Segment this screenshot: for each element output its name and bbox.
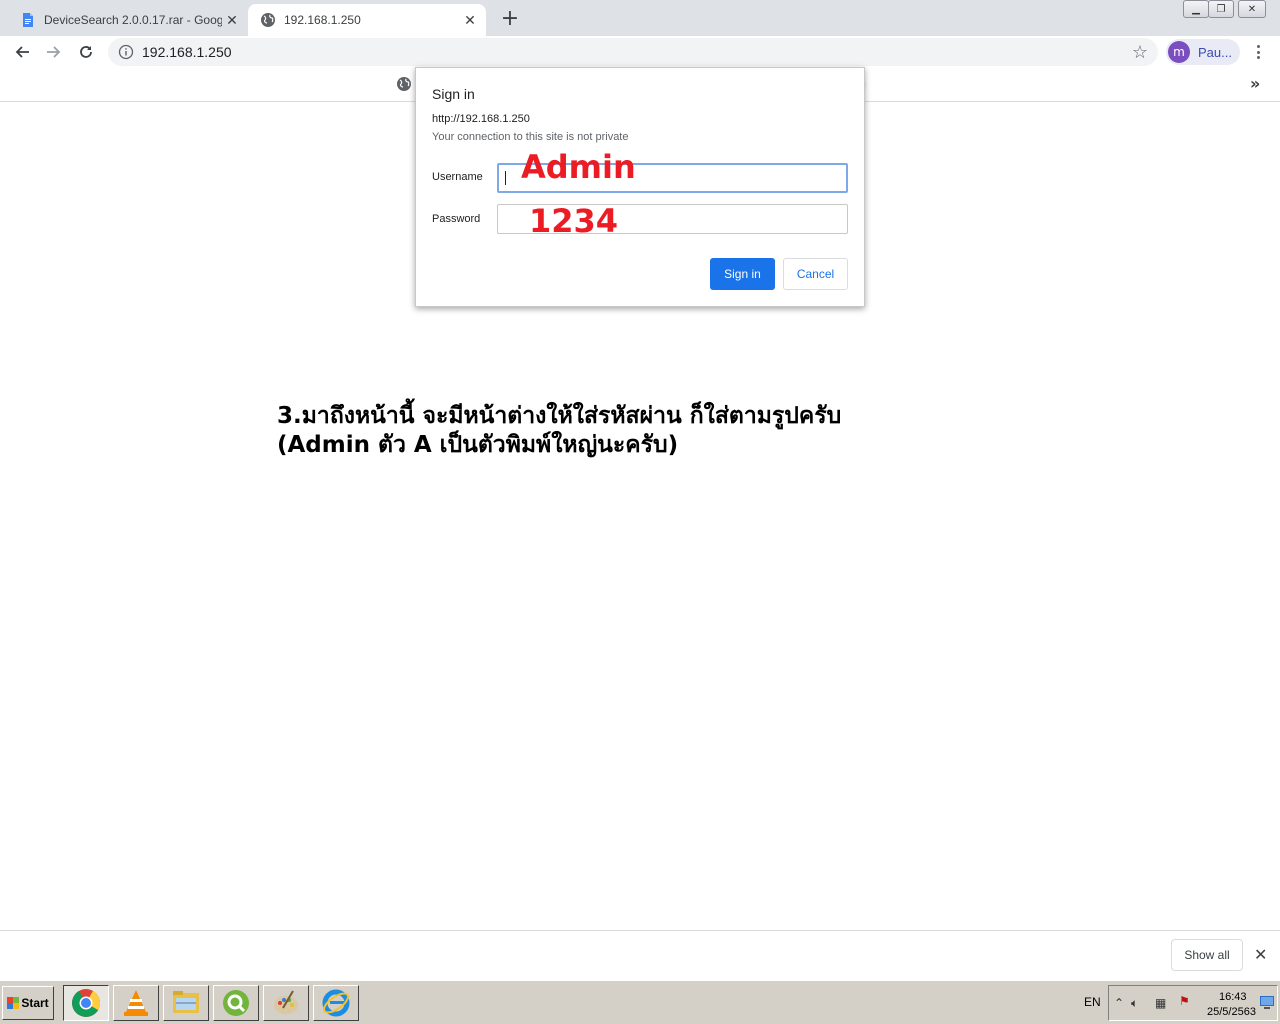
docs-file-icon (23, 13, 33, 27)
internet-explorer-icon (322, 989, 350, 1017)
taskbar-chrome[interactable] (63, 985, 109, 1021)
chrome-icon (72, 989, 100, 1017)
file-explorer-icon (173, 991, 199, 1013)
language-indicator[interactable]: EN (1084, 995, 1101, 1009)
close-window-button[interactable]: ✕ (1238, 0, 1266, 18)
volume-icon[interactable]: 🔈︎ (1131, 996, 1138, 1011)
bookmark-star-icon[interactable]: ☆ (1132, 42, 1148, 63)
start-label: Start (21, 996, 49, 1010)
text-caret (505, 171, 506, 185)
tab-strip: DeviceSearch 2.0.0.17.rar - Google ✕ 192… (0, 0, 1280, 36)
taskbar-vlc[interactable] (113, 985, 159, 1021)
password-label: Password (432, 213, 481, 225)
tab-title: DeviceSearch 2.0.0.17.rar - Google (44, 13, 222, 27)
username-label: Username (432, 171, 483, 183)
dialog-title: Sign in (432, 86, 475, 102)
reload-icon (80, 46, 92, 58)
taskbar-qbittorrent[interactable] (213, 985, 259, 1021)
tab-title: 192.168.1.250 (284, 13, 361, 27)
clock-date[interactable]: 25/5/2563 (1207, 1006, 1256, 1018)
back-arrow-icon (15, 46, 29, 58)
sign-in-button[interactable]: Sign in (710, 258, 775, 290)
close-tab-icon[interactable]: ✕ (222, 10, 242, 30)
close-tab-icon[interactable]: ✕ (460, 10, 480, 30)
address-bar[interactable]: 192.168.1.250 ☆ (108, 38, 1158, 66)
taskbar-paint[interactable] (263, 985, 309, 1021)
tab-192-168-1-250[interactable]: 192.168.1.250 ✕ (248, 4, 486, 36)
menu-icon[interactable] (1250, 42, 1266, 62)
reload-button[interactable] (74, 40, 98, 64)
show-all-button[interactable]: Show all (1171, 939, 1243, 971)
minimize-button[interactable]: ▁ (1183, 0, 1209, 18)
qbittorrent-icon (223, 990, 249, 1016)
clock-time[interactable]: 16:43 (1219, 991, 1247, 1003)
dialog-origin: http://192.168.1.250 (432, 113, 530, 125)
forward-button[interactable] (42, 40, 66, 64)
show-desktop-icon[interactable] (1259, 994, 1275, 1010)
instruction-line-2: (Admin ตัว A เป็นตัวพิมพ์ใหญ่นะครับ) (277, 432, 679, 458)
paint-icon (274, 990, 298, 1014)
username-annotation: Admin (521, 148, 636, 186)
avatar: m (1168, 41, 1190, 63)
tab-devicesearch[interactable]: DeviceSearch 2.0.0.17.rar - Google ✕ (8, 4, 248, 36)
profile-name: Pau... (1198, 44, 1232, 60)
close-shelf-icon[interactable]: ✕ (1254, 945, 1267, 964)
sign-in-dialog: Sign in http://192.168.1.250 Your connec… (415, 67, 865, 307)
network-icon[interactable]: ▦ (1155, 996, 1166, 1010)
windows-logo-icon (7, 997, 20, 1009)
globe-icon (261, 13, 275, 27)
new-tab-button[interactable]: + (498, 6, 522, 31)
start-button[interactable]: Start (2, 986, 54, 1020)
profile-button[interactable]: m Pau... (1166, 39, 1240, 65)
instruction-text: 3.มาถึงหน้านี้ จะมีหน้าต่างให้ใส่รหัสผ่า… (277, 402, 997, 460)
forward-arrow-icon (47, 46, 61, 58)
password-annotation: 1234 (529, 202, 619, 240)
globe-icon[interactable] (396, 76, 412, 92)
info-icon[interactable] (118, 44, 134, 60)
restore-button[interactable]: ❐ (1208, 0, 1234, 18)
vlc-icon (124, 990, 148, 1016)
screen: DeviceSearch 2.0.0.17.rar - Google ✕ 192… (0, 0, 1280, 1024)
browser-toolbar: 192.168.1.250 ☆ m Pau... (0, 36, 1280, 68)
taskbar-internet-explorer[interactable] (313, 985, 359, 1021)
taskbar-file-explorer[interactable] (163, 985, 209, 1021)
system-tray: ⌃ 🔈︎ ▦ ⚑ 16:43 25/5/2563 (1108, 985, 1278, 1021)
download-shelf: Show all ✕ (0, 930, 1280, 980)
back-button[interactable] (10, 40, 34, 64)
taskbar: Start EN ⌃ 🔈︎ ▦ ⚑ 16:43 25/5/2563 (0, 980, 1280, 1024)
dialog-warning: Your connection to this site is not priv… (432, 131, 629, 143)
show-hidden-icons-icon[interactable]: ⌃ (1114, 996, 1124, 1010)
action-center-alert-icon[interactable]: ⚑ (1179, 994, 1190, 1008)
cancel-button[interactable]: Cancel (783, 258, 848, 290)
instruction-line-1: 3.มาถึงหน้านี้ จะมีหน้าต่างให้ใส่รหัสผ่า… (277, 403, 842, 429)
url-text[interactable]: 192.168.1.250 (142, 44, 232, 60)
more-bookmarks-icon[interactable]: » (1250, 74, 1260, 93)
